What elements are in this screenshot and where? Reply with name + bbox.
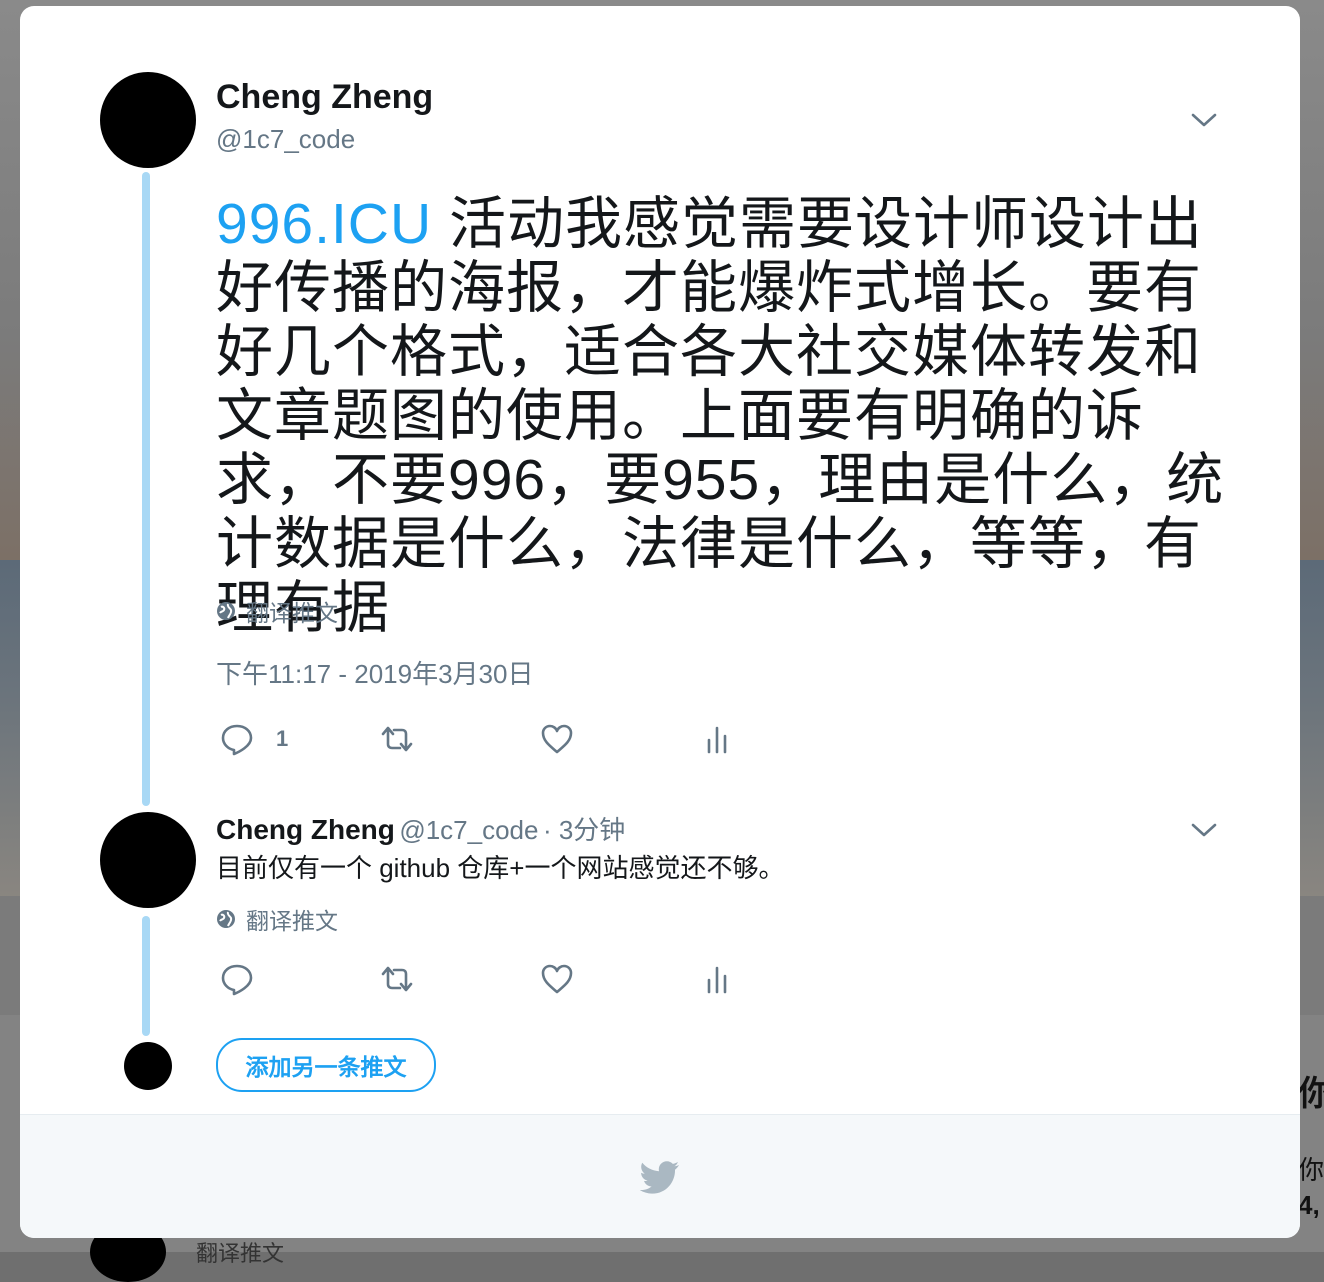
reply-text: 目前仅有一个 github 仓库+一个网站感觉还不够。 [216,853,785,883]
translate-label: 翻译推文 [246,908,338,934]
avatar [124,1042,172,1090]
analytics-button[interactable] [700,962,734,996]
globe-icon [217,910,235,928]
retweet-icon [381,726,413,752]
reply-icon [221,964,253,996]
twitter-bird-icon [640,1161,679,1194]
like-icon [541,724,573,754]
modal-footer [20,1114,1300,1238]
translate-label: 翻译推文 [246,600,338,626]
reply-count: 1 [276,726,289,751]
thread-line [142,916,150,1036]
reply-icon [221,724,253,756]
like-button[interactable] [540,962,574,996]
author-handle[interactable]: @1c7_code [399,815,538,845]
avatar[interactable] [100,812,196,908]
retweet-icon [381,966,413,992]
thread-line [142,172,150,806]
background-text: 翻译推文 [196,1241,285,1266]
reply-header: Cheng Zheng @1c7_code · 3分钟 [216,810,625,847]
retweet-button[interactable] [380,722,414,756]
like-icon [541,964,573,994]
author-handle[interactable]: @1c7_code [216,124,355,155]
avatar[interactable] [100,72,196,168]
analytics-icon [707,966,727,994]
background-side-text: 你 [1298,1075,1324,1113]
background-side-text: 你的 [1298,1155,1324,1185]
like-button[interactable] [540,722,574,756]
author-name[interactable]: Cheng Zheng [216,814,395,845]
globe-icon [217,602,235,620]
translate-tweet-link[interactable]: 翻译推文 [216,594,338,628]
tweet-body: 活动我感觉需要设计师设计出好传播的海报，才能爆炸式增长。要有好几个格式，适合各大… [216,192,1225,640]
chevron-down-icon[interactable] [1190,110,1218,130]
retweet-button[interactable] [380,962,414,996]
analytics-button[interactable] [700,722,734,756]
tweet-thread-modal: Cheng Zheng @1c7_code 996.ICU 活动我感觉需要设计师… [20,6,1300,1238]
hashtag-link[interactable]: 996.ICU [216,192,432,256]
reply-button[interactable]: 1 [220,722,288,756]
tweet-timestamp[interactable]: 下午11:17 - 2019年3月30日 [216,654,533,691]
background-side-text: 4, [1298,1190,1320,1220]
tweet-time[interactable]: · 3分钟 [543,815,625,845]
chevron-down-icon[interactable] [1190,820,1218,840]
author-name[interactable]: Cheng Zheng [216,78,433,117]
translate-tweet-link[interactable]: 翻译推文 [216,902,338,936]
tweet-text: 996.ICU 活动我感觉需要设计师设计出好传播的海报，才能爆炸式增长。要有好几… [216,192,1226,640]
add-another-tweet-button[interactable]: 添加另一条推文 [216,1038,436,1092]
analytics-icon [707,726,727,754]
reply-button[interactable] [220,962,254,996]
